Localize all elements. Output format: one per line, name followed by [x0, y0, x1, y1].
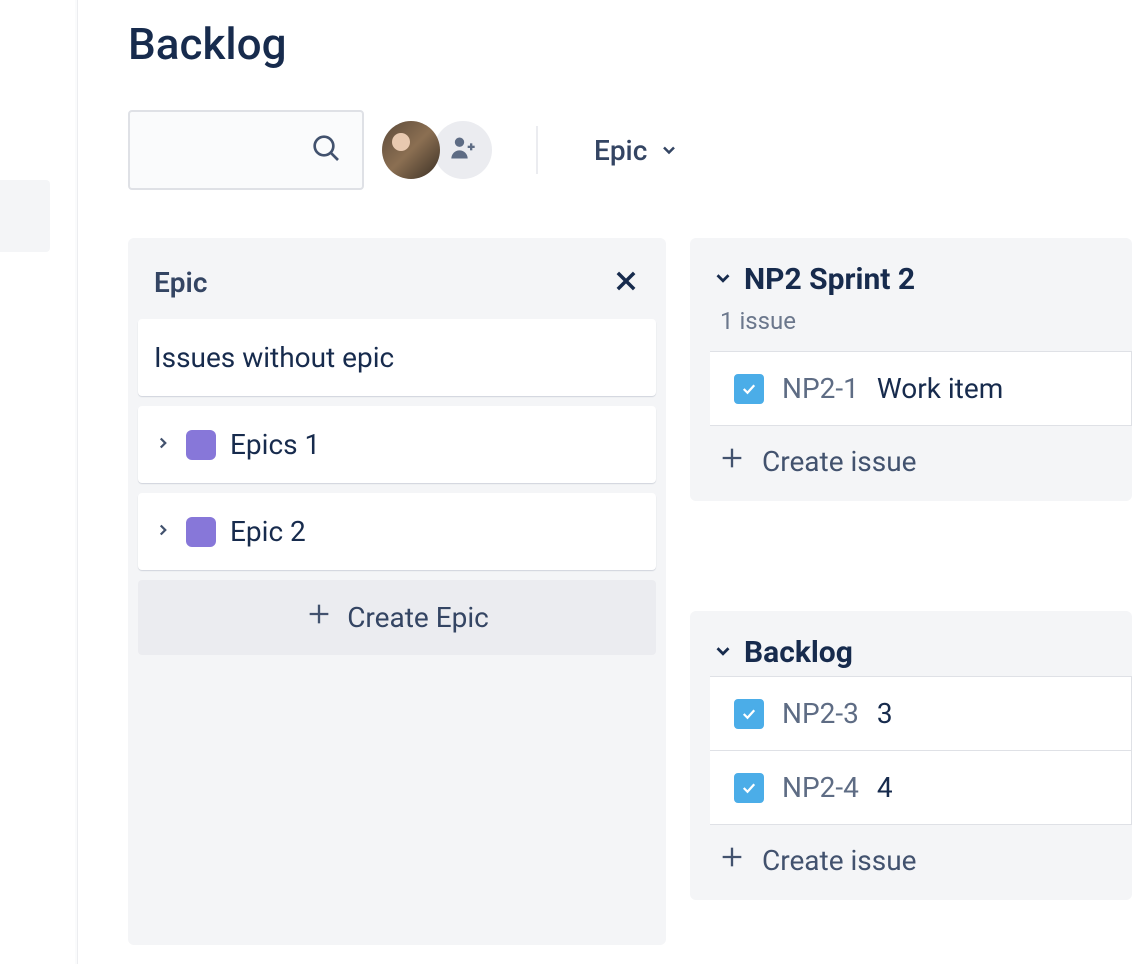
sprint-title: NP2 Sprint 2 [744, 262, 915, 297]
task-type-icon [734, 374, 764, 404]
create-issue-button[interactable]: Create issue [690, 426, 1132, 483]
issue-row[interactable]: NP2-4 4 [710, 751, 1132, 825]
vertical-divider [75, 0, 77, 964]
chevron-down-icon [712, 267, 734, 293]
issue-summary: Work item [877, 372, 1003, 405]
sprint-issue-count: 1 issue [690, 303, 1132, 351]
epic-filter-label: Epic [594, 134, 647, 167]
chevron-right-icon [154, 434, 172, 456]
epic-item-label: Epic 2 [230, 515, 306, 548]
issue-summary: 4 [877, 771, 893, 804]
plus-icon [718, 444, 746, 479]
sidebar-selected-stub[interactable] [0, 180, 50, 252]
add-people-button[interactable] [434, 121, 492, 179]
issue-key: NP2-3 [782, 697, 859, 730]
create-issue-button[interactable]: Create issue [690, 825, 1132, 882]
create-epic-label: Create Epic [347, 601, 489, 634]
backlog-title: Backlog [744, 635, 853, 670]
plus-icon [718, 843, 746, 878]
backlog-header[interactable]: Backlog [690, 629, 1132, 676]
separator [536, 126, 538, 174]
task-type-icon [734, 699, 764, 729]
issue-key: NP2-1 [782, 372, 859, 405]
epic-color-swatch [186, 430, 216, 460]
backlog-group: Backlog NP2-3 3 NP2-4 4 [690, 611, 1132, 900]
issue-summary: 3 [877, 697, 893, 730]
issue-row[interactable]: NP2-3 3 [710, 676, 1132, 751]
plus-icon [305, 600, 333, 635]
search-input[interactable] [128, 110, 364, 190]
add-person-icon [449, 134, 477, 166]
chevron-down-icon [659, 134, 679, 167]
backlog-column: NP2 Sprint 2 1 issue NP2-1 Work item Cre… [690, 238, 1132, 900]
epic-item[interactable]: Epic 2 [138, 493, 656, 570]
epic-filter-dropdown[interactable]: Epic [582, 126, 691, 175]
epic-item[interactable]: Epics 1 [138, 406, 656, 483]
epic-color-swatch [186, 517, 216, 547]
sprint-header[interactable]: NP2 Sprint 2 [690, 256, 1132, 303]
close-epic-panel-button[interactable] [612, 267, 640, 299]
user-avatar[interactable] [382, 121, 440, 179]
create-issue-label: Create issue [762, 445, 916, 478]
issue-row[interactable]: NP2-1 Work item [710, 351, 1132, 426]
chevron-down-icon [712, 640, 734, 666]
sprint-group: NP2 Sprint 2 1 issue NP2-1 Work item Cre… [690, 238, 1132, 501]
avatar-group [388, 121, 492, 179]
page-title: Backlog [128, 18, 1132, 70]
task-type-icon [734, 773, 764, 803]
create-issue-label: Create issue [762, 844, 916, 877]
toolbar: Epic [128, 110, 1132, 190]
epic-item-label: Epics 1 [230, 428, 320, 461]
issue-key: NP2-4 [782, 771, 859, 804]
chevron-right-icon [154, 521, 172, 543]
epic-item-label: Issues without epic [154, 341, 394, 374]
epic-panel-heading: Epic [154, 266, 207, 299]
epic-filter-no-epic[interactable]: Issues without epic [138, 319, 656, 396]
create-epic-button[interactable]: Create Epic [138, 580, 656, 655]
search-icon [310, 132, 342, 168]
close-icon [612, 267, 640, 299]
epic-panel: Epic Issues without epic Epics 1 [128, 238, 666, 945]
